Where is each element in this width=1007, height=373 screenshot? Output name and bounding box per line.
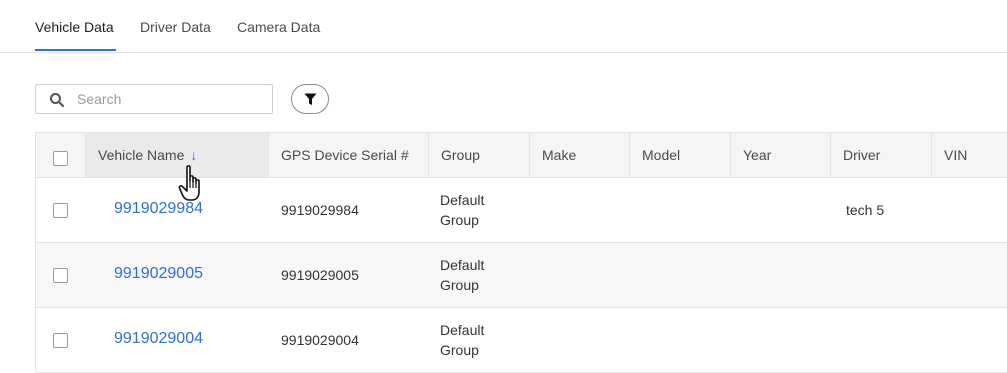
driver-cell: tech 5 (846, 202, 885, 218)
group-line: Group (440, 212, 479, 228)
group-line: Group (440, 277, 479, 293)
group-cell: Default Group (440, 320, 484, 360)
filter-icon (304, 93, 317, 105)
tab-bar: Vehicle Data Driver Data Camera Data (0, 0, 1007, 53)
column-header-year[interactable]: Year (731, 133, 831, 177)
column-header-vin[interactable]: VIN (932, 133, 1007, 177)
active-tab-indicator (35, 49, 116, 51)
gps-serial-cell: 9919029005 (281, 267, 359, 283)
column-header-group[interactable]: Group (429, 133, 530, 177)
hand-cursor-icon (178, 165, 200, 201)
group-line: Default (440, 192, 485, 208)
row-checkbox[interactable] (53, 333, 68, 348)
table-row: 9919029005 9919029005 Default Group (36, 243, 1007, 308)
group-cell: Default Group (440, 255, 484, 295)
sort-descending-icon: ↓ (190, 147, 198, 163)
filter-button[interactable] (291, 84, 329, 114)
search-input[interactable] (77, 89, 262, 109)
tab-vehicle-data[interactable]: Vehicle Data (35, 19, 114, 35)
vehicle-name-link[interactable]: 9919029004 (114, 330, 203, 348)
search-box (35, 84, 273, 114)
column-label-vehicle-name: Vehicle Name (98, 147, 185, 163)
vehicle-name-link[interactable]: 9919029005 (114, 265, 203, 283)
row-checkbox[interactable] (53, 268, 68, 283)
gps-serial-cell: 9919029004 (281, 332, 359, 348)
column-header-gps-serial[interactable]: GPS Device Serial # (269, 133, 429, 177)
select-all-checkbox[interactable] (53, 151, 68, 166)
group-line: Group (440, 342, 479, 358)
group-cell: Default Group (440, 190, 484, 230)
column-header-driver[interactable]: Driver (831, 133, 932, 177)
tab-driver-data[interactable]: Driver Data (140, 19, 211, 35)
column-header-model[interactable]: Model (630, 133, 731, 177)
group-line: Default (440, 322, 485, 338)
row-checkbox[interactable] (53, 203, 68, 218)
header-select-cell (36, 133, 86, 177)
search-icon (49, 92, 65, 108)
column-header-make[interactable]: Make (530, 133, 630, 177)
gps-serial-cell: 9919029984 (281, 202, 359, 218)
group-line: Default (440, 257, 485, 273)
tab-camera-data[interactable]: Camera Data (237, 19, 320, 35)
table-row: 9919029004 9919029004 Default Group (36, 308, 1007, 373)
